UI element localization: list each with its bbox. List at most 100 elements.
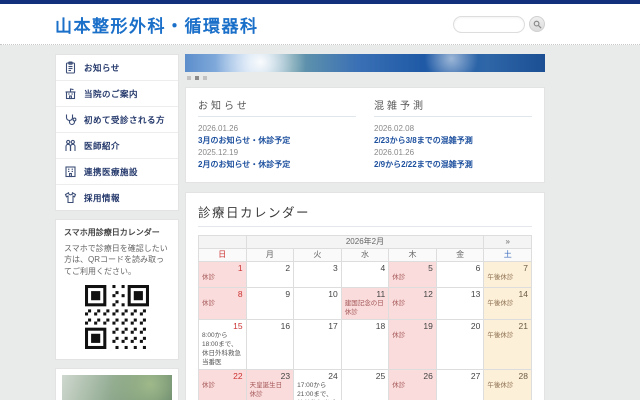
day-number: 24 — [297, 371, 338, 381]
calendar-next-button[interactable]: » — [484, 235, 532, 248]
calendar-week-row: 158:00から18:00まで、休日外科救急当番医16171819休診2021午… — [199, 320, 532, 370]
news-item-link[interactable]: 2/23から3/8までの混雑予測 — [374, 135, 532, 147]
news-item-link[interactable]: 2月のお知らせ・休診予定 — [198, 159, 356, 171]
calendar-day-13[interactable]: 13 — [436, 287, 484, 320]
day-number: 2 — [250, 263, 291, 273]
day-number: 9 — [250, 289, 291, 299]
calendar-day-26[interactable]: 26休診 — [389, 370, 437, 400]
calendar-day-5[interactable]: 5休診 — [389, 261, 437, 287]
forecast-list: 2026.02.082/23から3/8までの混雑予測2026.01.262/9か… — [374, 123, 532, 172]
calendar-day-7[interactable]: 7午後休診 — [484, 261, 532, 287]
calendar-prev-cell — [199, 235, 247, 248]
sidebar-item-0[interactable]: お知らせ — [56, 55, 178, 81]
banner-pagination — [185, 72, 545, 80]
calendar-day-8[interactable]: 8休診 — [199, 287, 247, 320]
day-note: 午後休診 — [487, 382, 528, 391]
search-button[interactable] — [529, 16, 545, 32]
calendar-day-17[interactable]: 17 — [294, 320, 342, 370]
day-note: 建国記念の日 休診 — [345, 300, 386, 318]
day-number: 26 — [392, 371, 433, 381]
calendar-day-16[interactable]: 16 — [246, 320, 294, 370]
sidebar-item-3[interactable]: 医師紹介 — [56, 133, 178, 159]
shirt-icon — [64, 191, 77, 204]
site-title[interactable]: 山本整形外科・循環器科 — [55, 12, 259, 37]
day-note: 8:00から18:00まで、休日外科救急当番医 — [202, 332, 243, 367]
calendar-day-10[interactable]: 10 — [294, 287, 342, 320]
calendar-day-14[interactable]: 14午後休診 — [484, 287, 532, 320]
calendar-day-9[interactable]: 9 — [246, 287, 294, 320]
search-area — [453, 16, 545, 33]
day-note: 天皇誕生日 休診 — [250, 382, 291, 400]
day-number: 7 — [487, 263, 528, 273]
building-icon — [64, 87, 77, 100]
stethoscope-icon — [64, 113, 77, 126]
banner-dot-active[interactable] — [195, 76, 199, 80]
site-header: 山本整形外科・循環器科 — [0, 4, 640, 45]
calendar-day-12[interactable]: 12休診 — [389, 287, 437, 320]
hero-banner-image — [185, 54, 545, 72]
calendar-day-23[interactable]: 23天皇誕生日 休診 — [246, 370, 294, 400]
news-item-date: 2026.01.26 — [198, 123, 356, 135]
forecast-column: 混雑予測 2026.02.082/23から3/8までの混雑予測2026.01.2… — [374, 97, 532, 172]
doctors-icon — [64, 139, 77, 152]
calendar-week-row: 1休診2345休診67午後休診 — [199, 261, 532, 287]
day-number: 11 — [345, 289, 386, 299]
calendar-day-19[interactable]: 19休診 — [389, 320, 437, 370]
day-number: 3 — [297, 263, 338, 273]
news-title: お知らせ — [198, 97, 356, 117]
calendar-day-24[interactable]: 2417:00から21:00まで、外科救急当番医 — [294, 370, 342, 400]
calendar-day-2[interactable]: 2 — [246, 261, 294, 287]
day-note: 休診 — [392, 274, 433, 283]
news-item-date: 2025.12.19 — [198, 147, 356, 159]
news-item-link[interactable]: 3月のお知らせ・休診予定 — [198, 135, 356, 147]
calendar-day-3[interactable]: 3 — [294, 261, 342, 287]
calendar-day-20[interactable]: 20 — [436, 320, 484, 370]
banner-dot[interactable] — [187, 76, 191, 80]
sidebar-item-5[interactable]: 採用情報 — [56, 185, 178, 210]
qr-code — [85, 285, 149, 349]
sidebar-photo-box — [55, 368, 179, 400]
news-item-link[interactable]: 2/9から2/22までの混雑予測 — [374, 159, 532, 171]
sidebar-item-4[interactable]: 連携医療施設 — [56, 159, 178, 185]
calendar-day-25[interactable]: 25 — [341, 370, 389, 400]
day-number: 22 — [202, 371, 243, 381]
day-number: 10 — [297, 289, 338, 299]
news-list: 2026.01.263月のお知らせ・休診予定2025.12.192月のお知らせ・… — [198, 123, 356, 172]
day-number: 4 — [345, 263, 386, 273]
calendar-day-11[interactable]: 11建国記念の日 休診 — [341, 287, 389, 320]
banner-dot[interactable] — [203, 76, 207, 80]
calendar-day-27[interactable]: 27 — [436, 370, 484, 400]
calendar-title: 診療日カレンダー — [198, 202, 532, 227]
sidebar-item-2[interactable]: 初めて受診される方 — [56, 107, 178, 133]
news-item-date: 2026.02.08 — [374, 123, 532, 135]
day-number: 12 — [392, 289, 433, 299]
hospital-icon — [64, 165, 77, 178]
day-number: 5 — [392, 263, 433, 273]
calendar-day-4[interactable]: 4 — [341, 261, 389, 287]
qr-box-title: スマホ用診療日カレンダー — [64, 228, 170, 239]
clinic-photo[interactable] — [62, 375, 172, 400]
day-note: 午後休診 — [487, 300, 528, 309]
day-number: 14 — [487, 289, 528, 299]
day-header-3: 水 — [341, 248, 389, 261]
calendar-day-22[interactable]: 22休診 — [199, 370, 247, 400]
calendar-day-21[interactable]: 21午後休診 — [484, 320, 532, 370]
calendar-week-row: 8休診91011建国記念の日 休診12休診1314午後休診 — [199, 287, 532, 320]
day-number: 25 — [345, 371, 386, 381]
sidebar-item-label: お知らせ — [84, 62, 120, 74]
calendar-week-row: 22休診23天皇誕生日 休診2417:00から21:00まで、外科救急当番医25… — [199, 370, 532, 400]
calendar-day-15[interactable]: 158:00から18:00まで、休日外科救急当番医 — [199, 320, 247, 370]
day-header-5: 金 — [436, 248, 484, 261]
search-input[interactable] — [453, 16, 525, 33]
calendar-day-28[interactable]: 28午後休診 — [484, 370, 532, 400]
day-number: 23 — [250, 371, 291, 381]
calendar-table: 2026年2月 » 日月火水木金土 1休診2345休診67午後休診8休診9101… — [198, 235, 532, 400]
sidebar-item-1[interactable]: 当院のご案内 — [56, 81, 178, 107]
calendar-day-6[interactable]: 6 — [436, 261, 484, 287]
calendar-month-label: 2026年2月 — [246, 235, 484, 248]
sidebar: お知らせ当院のご案内初めて受診される方医師紹介連携医療施設採用情報 スマホ用診療… — [55, 54, 179, 400]
calendar-day-18[interactable]: 18 — [341, 320, 389, 370]
qr-box-description: スマホで診療日を確認したい方は、QRコードを読み取ってご利用ください。 — [64, 243, 170, 278]
day-note: 休診 — [392, 382, 433, 391]
calendar-day-1[interactable]: 1休診 — [199, 261, 247, 287]
